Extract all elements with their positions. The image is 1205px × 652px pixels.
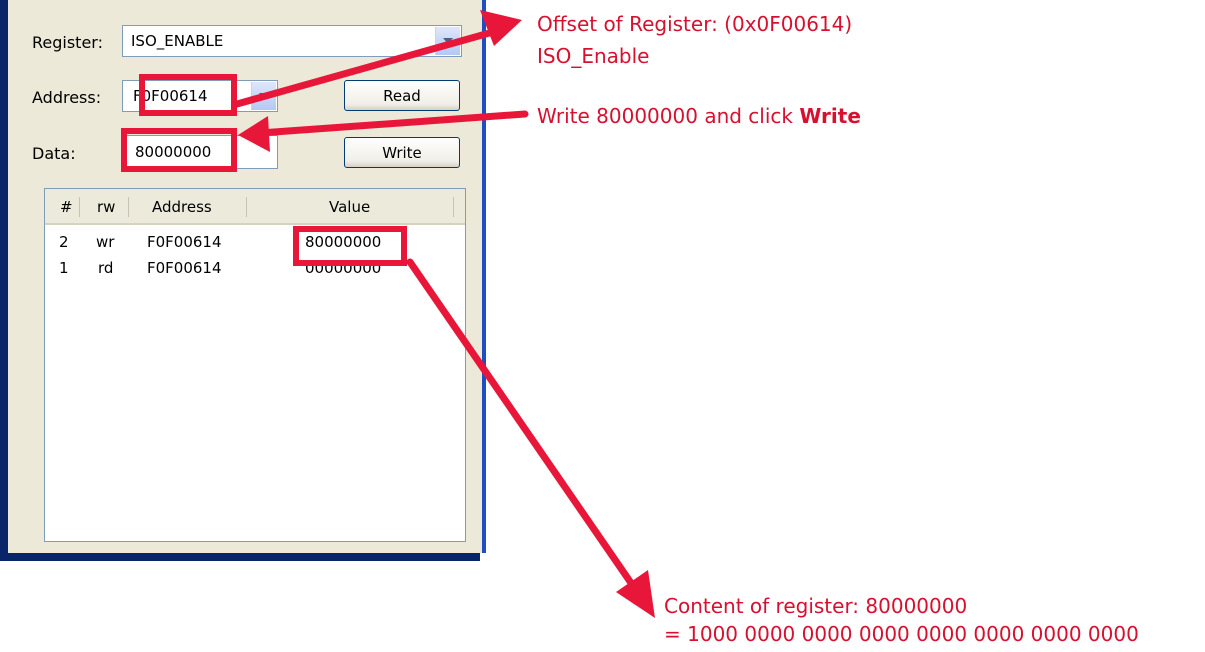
arrow-to-offset-note	[233, 26, 504, 108]
arrowhead-icon	[238, 116, 270, 152]
content-note-line1: Content of register: 80000000	[664, 594, 968, 618]
write-note: Write 80000000 and click Write	[537, 104, 861, 128]
arrowhead-icon	[480, 10, 522, 46]
annotation-arrows	[233, 10, 655, 618]
arrow-to-content-note	[406, 258, 644, 600]
content-note-line2: = 1000 0000 0000 0000 0000 0000 0000 000…	[664, 622, 1139, 646]
offset-note-line2: ISO_Enable	[537, 44, 650, 68]
arrow-from-write-note	[256, 110, 529, 137]
arrowhead-icon	[616, 570, 655, 618]
offset-note-line1: Offset of Register: (0x0F00614)	[537, 12, 853, 36]
